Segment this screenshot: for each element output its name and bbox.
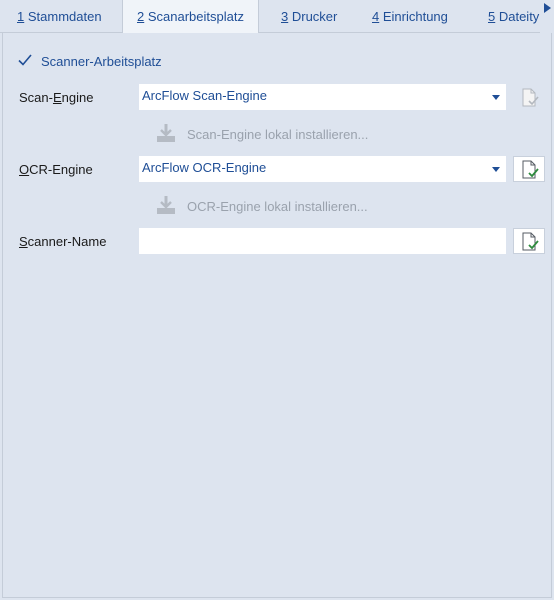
tab-dateityp[interactable]: 5 Dateityp bbox=[488, 0, 540, 33]
tab-label: Scanarbeitsplatz bbox=[144, 9, 244, 24]
tab-drucker[interactable]: 3 Drucker bbox=[281, 0, 337, 33]
scanner-name-input-field[interactable] bbox=[139, 228, 506, 254]
ocr-engine-select[interactable]: ArcFlow OCR-Engine bbox=[139, 156, 506, 182]
download-icon bbox=[157, 196, 175, 214]
scan-engine-select[interactable]: ArcFlow Scan-Engine bbox=[139, 84, 506, 110]
label-part: canner-Name bbox=[27, 234, 107, 249]
tab-label: Dateityp bbox=[498, 9, 540, 24]
triangle-right-icon bbox=[544, 3, 551, 13]
scanner-arbeitsplatz-label: Scanner-Arbeitsplatz bbox=[41, 54, 162, 69]
document-check-icon bbox=[522, 232, 539, 251]
tab-scroll-right-button[interactable] bbox=[540, 0, 554, 33]
label-access-key: S bbox=[19, 234, 28, 249]
chevron-down-icon[interactable] bbox=[492, 95, 500, 100]
tab-bar: 1 Stammdaten 2 Scanarbeitsplatz 3 Drucke… bbox=[0, 0, 554, 34]
tab-einrichtung[interactable]: 4 Einrichtung bbox=[372, 0, 448, 33]
document-check-icon bbox=[522, 88, 539, 107]
scan-engine-check-button[interactable] bbox=[513, 84, 545, 110]
label-access-key: E bbox=[52, 90, 62, 105]
scan-engine-value: ArcFlow Scan-Engine bbox=[142, 88, 267, 103]
scanner-name-check-button[interactable] bbox=[513, 228, 545, 254]
chevron-down-icon[interactable] bbox=[492, 167, 500, 172]
label-access-key: O bbox=[19, 162, 30, 177]
label-part: Scan- bbox=[19, 90, 53, 105]
ocr-engine-check-button[interactable] bbox=[513, 156, 545, 182]
scanner-name-label: Scanner-Name bbox=[19, 234, 106, 249]
tab-label: Stammdaten bbox=[24, 9, 102, 24]
document-check-icon bbox=[522, 160, 539, 179]
ocr-engine-value: ArcFlow OCR-Engine bbox=[142, 160, 267, 175]
download-icon bbox=[157, 124, 175, 142]
tab-stammdaten[interactable]: 1 Stammdaten bbox=[17, 0, 102, 33]
scanner-name-input[interactable] bbox=[140, 229, 505, 253]
ocr-engine-install-label: OCR-Engine lokal installieren... bbox=[187, 199, 368, 214]
scan-engine-label: Scan-Engine bbox=[19, 90, 93, 105]
scan-engine-install-label: Scan-Engine lokal installieren... bbox=[187, 127, 369, 142]
checkmark-icon bbox=[18, 54, 32, 66]
tab-label: Einrichtung bbox=[379, 9, 448, 24]
tab-panel-scanarbeitsplatz bbox=[2, 33, 552, 598]
label-part: ngine bbox=[61, 90, 94, 105]
ocr-engine-label: OCR-Engine bbox=[19, 162, 93, 177]
label-part: CR-Engine bbox=[29, 162, 93, 177]
tab-scanarbeitsplatz[interactable]: 2 Scanarbeitsplatz bbox=[122, 0, 259, 34]
tab-label: Drucker bbox=[288, 9, 338, 24]
